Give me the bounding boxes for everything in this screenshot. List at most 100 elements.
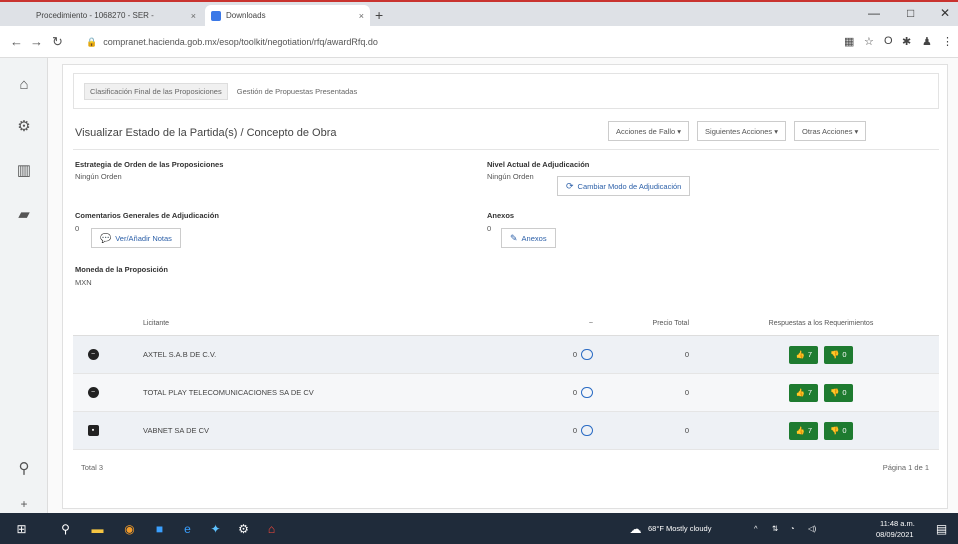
table-row[interactable]: − TOTAL PLAY TELECOMUNICACIONES SA DE CV…	[73, 374, 939, 412]
cambiar-modo-button[interactable]: ⟳ Cambiar Modo de Adjudicación	[557, 176, 691, 196]
page-title: Visualizar Estado de la Partida(s) / Con…	[75, 127, 337, 139]
acciones-fallo-button[interactable]: Acciones de Fallo ▾	[608, 121, 690, 141]
url-text: compranet.hacienda.gob.mx/esop/toolkit/n…	[103, 37, 378, 47]
search-icon[interactable]: ⚲	[58, 521, 73, 536]
forward-icon[interactable]: →	[30, 34, 43, 49]
address-bar: ← → ↻ 🔒 compranet.hacienda.gob.mx/esop/t…	[0, 26, 958, 58]
col-respuestas: Respuestas a los Requerimientos	[768, 320, 874, 327]
back-icon[interactable]: ←	[10, 34, 23, 49]
plus-icon[interactable]: +	[14, 494, 34, 514]
col-count[interactable]: ~	[493, 320, 603, 327]
close-tab-icon[interactable]: ×	[359, 11, 364, 21]
otras-acciones-button[interactable]: Otras Acciones ▾	[794, 121, 867, 141]
licitante-name[interactable]: VABNET SA DE CV	[113, 426, 493, 435]
anexos-label: Anexos	[487, 211, 515, 220]
home-icon[interactable]: ⌂	[14, 74, 34, 94]
extensions-icon[interactable]: ✱	[902, 35, 911, 48]
star-icon[interactable]: ☆	[864, 35, 874, 48]
estrategia-value: Ningún Orden	[75, 172, 122, 181]
precio-total: 0	[684, 350, 689, 359]
comment-icon[interactable]	[581, 387, 593, 398]
edge-icon[interactable]: e	[180, 521, 195, 536]
weather-text[interactable]: 68°F Mostly cloudy	[648, 524, 711, 533]
tab-label: Downloads	[226, 11, 266, 20]
url-input[interactable]: 🔒 compranet.hacienda.gob.mx/esop/toolkit…	[86, 31, 826, 53]
tab-clasificacion-final[interactable]: Clasificación Final de las Proposiciones	[84, 82, 228, 100]
settings-icon[interactable]: ⚙	[14, 116, 34, 136]
siguientes-acciones-button[interactable]: Siguientes Acciones ▾	[697, 121, 787, 141]
pagination[interactable]: Página 1 de 1	[883, 463, 929, 472]
browser-tab-procedimiento[interactable]: Procedimiento - 1068270 - SER - ×	[30, 5, 202, 26]
tab-gestion-propuestas[interactable]: Gestión de Propuestas Presentadas	[232, 84, 363, 99]
chevron-up-icon[interactable]: ^	[754, 524, 758, 533]
search-icon[interactable]: ⚲	[14, 458, 34, 478]
notification-icon[interactable]: ▤	[934, 521, 949, 536]
document-icon[interactable]: ▰	[14, 204, 34, 224]
precio-total: 0	[684, 388, 689, 397]
new-tab-button[interactable]: +	[375, 7, 383, 23]
comment-icon: 💬	[100, 232, 112, 243]
minimize-button[interactable]: —	[868, 6, 880, 20]
volume-icon[interactable]: ◁)	[808, 524, 816, 533]
browser-tab-downloads[interactable]: Downloads ×	[205, 5, 370, 26]
left-nav-rail: ⌂ ⚙ ▥ ▰ ⚲ +	[0, 58, 48, 513]
table-row[interactable]: − AXTEL S.A.B DE C.V. 0 0 👍 7 👎 0	[73, 336, 939, 374]
thumbs-up-icon: 👍	[795, 426, 805, 435]
maximize-button[interactable]: □	[907, 6, 914, 20]
main-content: Clasificación Final de las Proposiciones…	[48, 58, 958, 513]
table-header: Licitante ~ Precio Total Respuestas a lo…	[73, 312, 939, 336]
nivel-value: Ningún Orden	[487, 172, 534, 181]
wifi-icon[interactable]: ◔	[790, 524, 795, 533]
comment-icon[interactable]	[581, 349, 593, 360]
refresh-icon: ⟳	[566, 180, 574, 191]
note-count: 0	[572, 350, 577, 359]
moneda-label: Moneda de la Proposición	[75, 265, 168, 274]
comment-icon[interactable]	[581, 425, 593, 436]
col-licitante[interactable]: Licitante	[113, 320, 493, 327]
translate-icon[interactable]: ▦	[844, 35, 854, 48]
opera-icon[interactable]: O	[884, 35, 893, 47]
reload-icon[interactable]: ↻	[52, 34, 63, 50]
thumbs-down-button[interactable]: 👎 0	[824, 383, 853, 402]
col-precio-total[interactable]: Precio Total	[603, 320, 703, 327]
close-window-button[interactable]: ✕	[940, 6, 950, 20]
estrategia-label: Estrategia de Orden de las Proposiciones	[75, 160, 224, 169]
thumbs-up-button[interactable]: 👍 7	[789, 421, 818, 440]
thumbs-down-button[interactable]: 👎 0	[824, 421, 853, 440]
close-tab-icon[interactable]: ×	[191, 11, 196, 21]
thumbs-up-button[interactable]: 👍 7	[789, 383, 818, 402]
gear-icon[interactable]: ⚙	[236, 521, 251, 536]
comentarios-count: 0	[75, 224, 80, 233]
clock-time[interactable]: 11:48 a.m.	[880, 519, 915, 528]
table-row[interactable]: ▪ VABNET SA DE CV 0 0 👍 7 👎 0	[73, 412, 939, 450]
note-count: 0	[572, 426, 577, 435]
licitante-name[interactable]: AXTEL S.A.B DE C.V.	[113, 350, 493, 359]
ver-anadir-notas-button[interactable]: 💬 Ver/Añadir Notas	[91, 228, 181, 248]
pdf-icon[interactable]: ⌂	[264, 521, 279, 536]
menu-icon[interactable]: ⋮	[942, 35, 953, 48]
windows-start-icon[interactable]: ⊞	[14, 521, 29, 536]
thumbs-down-icon: 👎	[830, 350, 840, 359]
moneda-value: MXN	[75, 278, 92, 287]
chrome-icon[interactable]: ◉	[122, 521, 137, 536]
anexos-button[interactable]: ✎ Anexos	[501, 228, 556, 248]
network-icon[interactable]: ⇅	[772, 524, 778, 533]
profile-icon[interactable]: ♟	[922, 35, 932, 48]
table-footer: Total 3 Página 1 de 1	[73, 450, 939, 484]
file-explorer-icon[interactable]: ▬	[90, 521, 105, 536]
thumbs-up-button[interactable]: 👍 7	[789, 345, 818, 364]
thumbs-down-button[interactable]: 👎 0	[824, 345, 853, 364]
app-icon[interactable]: ✦	[208, 521, 223, 536]
licitante-name[interactable]: TOTAL PLAY TELECOMUNICACIONES SA DE CV	[113, 388, 493, 397]
clock-date[interactable]: 08/09/2021	[876, 530, 914, 539]
lock-icon: 🔒	[86, 36, 98, 47]
store-icon[interactable]: ■	[152, 521, 167, 536]
notas-label: Ver/Añadir Notas	[115, 233, 172, 243]
breadcrumb: Clasificación Final de las Proposiciones…	[73, 73, 939, 109]
thumbs-up-icon: 👍	[795, 388, 805, 397]
building-icon[interactable]: ▥	[14, 160, 34, 180]
cambiar-modo-label: Cambiar Modo de Adjudicación	[577, 181, 682, 191]
anexos-count: 0	[487, 224, 492, 233]
windows-taskbar: ⊞ ⚲ ▬ ◉ ■ e ✦ ⚙ ⌂ ☁ 68°F Mostly cloudy ^…	[0, 513, 958, 544]
weather-icon: ☁	[629, 521, 642, 536]
